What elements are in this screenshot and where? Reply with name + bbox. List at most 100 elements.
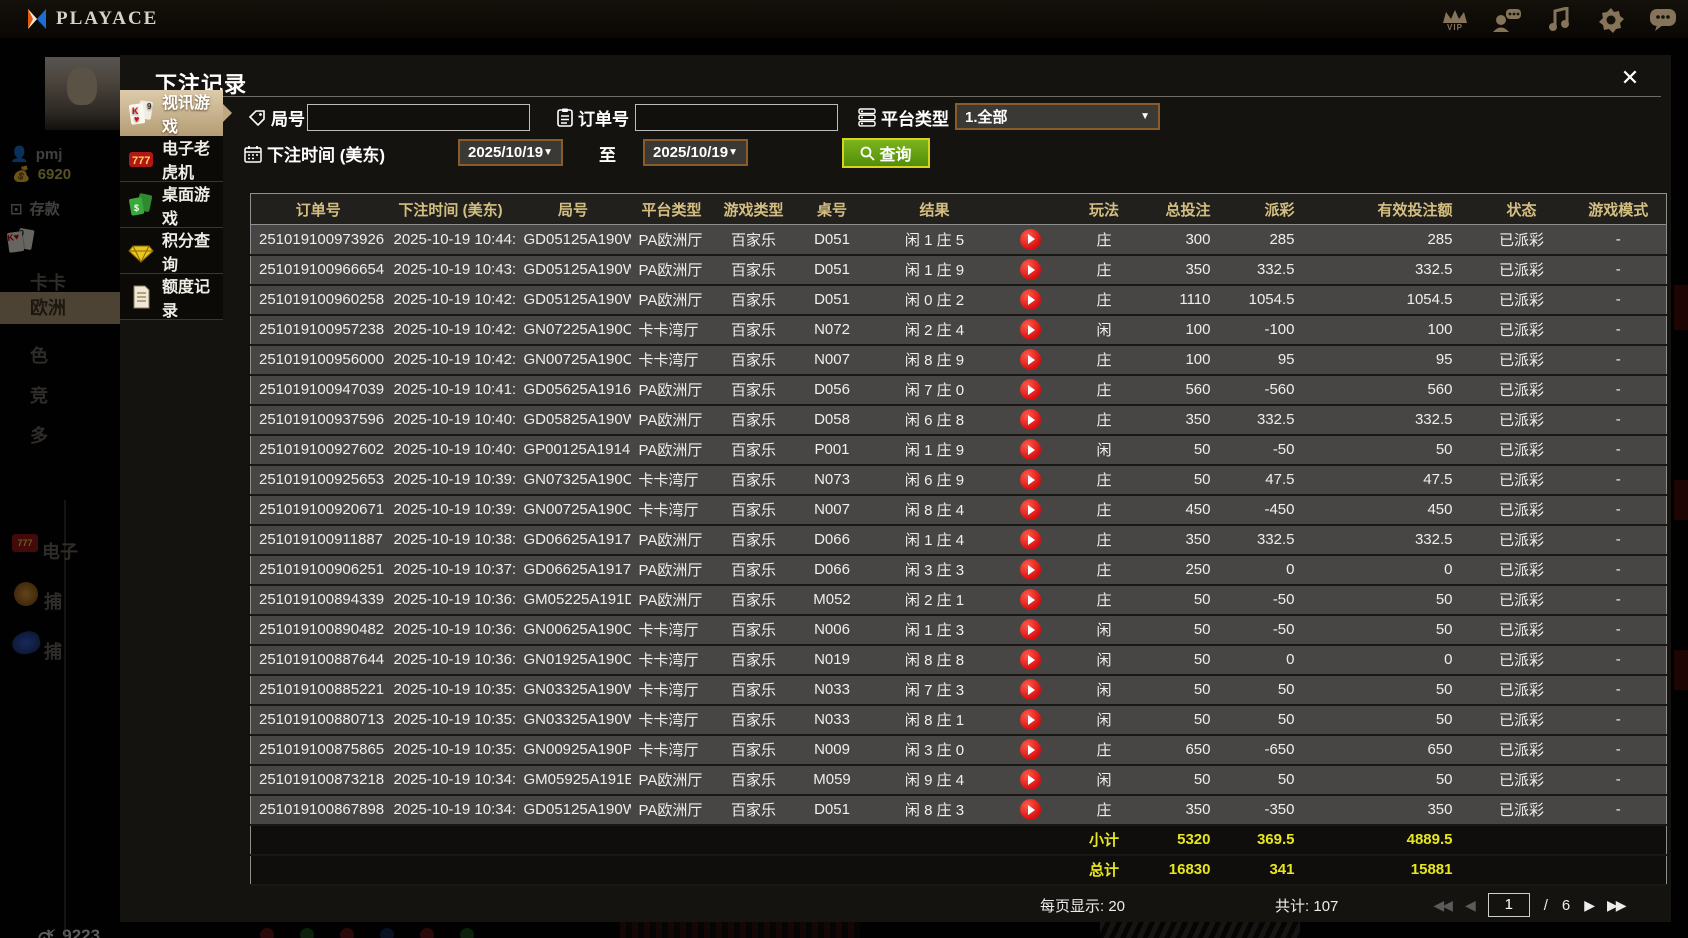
next-page-icon[interactable]: ▶ xyxy=(1584,897,1595,914)
cell-result: 闲 7 庄 0 xyxy=(869,374,1000,406)
cell-total_bet: 450 xyxy=(1146,494,1231,526)
cell-game_mode: - xyxy=(1570,584,1667,616)
sidebar-item-label: 视讯游戏 xyxy=(162,95,211,136)
cell-game_type: 百家乐 xyxy=(712,704,795,736)
replay-play-button[interactable] xyxy=(1020,289,1041,310)
total-count-label: 共计: 107 xyxy=(1275,897,1339,915)
page-number-input[interactable]: 1 xyxy=(1487,893,1530,917)
slot-777-icon: 777 xyxy=(128,146,154,172)
cell-table_id: N033 xyxy=(794,674,870,706)
cell-result: 闲 3 庄 0 xyxy=(869,734,1000,766)
svg-text:9: 9 xyxy=(147,102,152,111)
replay-play-button[interactable] xyxy=(1020,469,1041,490)
replay-play-button[interactable] xyxy=(1020,709,1041,730)
bet-records-modal: 下注记录 ✕ 9 K ♥ 视讯游戏 777 电子老虎机 $ 桌面游戏 积分查询 … xyxy=(120,55,1671,922)
cell-table_id: N019 xyxy=(794,644,870,676)
cell-game_type: 百家乐 xyxy=(712,254,795,286)
prev-page-icon[interactable]: ◀ xyxy=(1465,897,1476,914)
cell-round_id: GD05625A1916R xyxy=(515,374,631,406)
cell-order_id: 251019100937596 xyxy=(250,404,386,436)
cell-table_id: N073 xyxy=(794,464,870,496)
settings-gear-icon[interactable] xyxy=(1596,5,1626,35)
first-page-icon[interactable]: ◀◀ xyxy=(1433,897,1452,914)
replay-play-button[interactable] xyxy=(1020,319,1041,340)
vip-crown-icon[interactable]: VIP xyxy=(1440,5,1470,35)
cell-play_side: 庄 xyxy=(1061,344,1147,376)
query-button[interactable]: 查询 xyxy=(842,138,930,168)
replay-play-button[interactable] xyxy=(1020,739,1041,760)
cell-replay xyxy=(999,314,1062,346)
replay-play-button[interactable] xyxy=(1020,409,1041,430)
cell-game_mode: - xyxy=(1570,374,1667,406)
replay-play-button[interactable] xyxy=(1020,649,1041,670)
cell-valid_bet: 0 xyxy=(1302,554,1473,586)
replay-play-button[interactable] xyxy=(1020,379,1041,400)
cell-bet_time: 2025-10-19 10:39:23 xyxy=(385,494,516,526)
cell-order_id: 251019100906251 xyxy=(250,554,386,586)
replay-play-button[interactable] xyxy=(1020,679,1041,700)
logo-text: PLAYACE xyxy=(56,8,159,29)
cell-round_id: GN03325A190WT xyxy=(515,674,631,706)
order-id-input[interactable] xyxy=(635,104,838,131)
music-icon[interactable] xyxy=(1544,5,1574,35)
cell-round_id: GN00625A190OB xyxy=(515,614,631,646)
close-icon[interactable]: ✕ xyxy=(1615,63,1645,93)
replay-play-button[interactable] xyxy=(1020,769,1041,790)
cell-payout: 332.5 xyxy=(1230,404,1303,436)
cell-round_id: GN00725A190OD xyxy=(515,344,631,376)
sidebar-item-slots[interactable]: 777 电子老虎机 xyxy=(120,136,223,182)
cell-payout: -100 xyxy=(1230,314,1303,346)
date-to-select[interactable]: 2025/10/19 ▼ xyxy=(643,139,748,166)
cell-game_mode: - xyxy=(1570,464,1667,496)
sidebar-item-quota[interactable]: 额度记录 xyxy=(120,274,223,320)
replay-play-button[interactable] xyxy=(1020,589,1041,610)
replay-play-button[interactable] xyxy=(1020,259,1041,280)
calendar-icon xyxy=(244,145,262,163)
cell-result: 闲 8 庄 3 xyxy=(869,794,1000,826)
friends-chat-icon[interactable] xyxy=(1492,5,1522,35)
replay-play-button[interactable] xyxy=(1020,439,1041,460)
sidebar-item-live-games[interactable]: 9 K ♥ 视讯游戏 xyxy=(120,90,232,136)
sidebar-item-table-games[interactable]: $ 桌面游戏 xyxy=(120,182,223,228)
cell-game_mode: - xyxy=(1570,314,1667,346)
cell-payout: 50 xyxy=(1230,704,1303,736)
replay-play-button[interactable] xyxy=(1020,349,1041,370)
cell-round_id: GP00125A1914P xyxy=(515,434,631,466)
col-header-game_mode: 游戏模式 xyxy=(1570,193,1667,225)
cell-table_id: N072 xyxy=(794,314,870,346)
replay-play-button[interactable] xyxy=(1020,228,1041,250)
cell-game_type: 百家乐 xyxy=(712,374,795,406)
cell-total_bet: 560 xyxy=(1146,374,1231,406)
last-page-icon[interactable]: ▶▶ xyxy=(1607,897,1626,914)
cell-round_id: GN00925A190PK xyxy=(515,734,631,766)
platform-type-select[interactable]: 1.全部 ▼ xyxy=(955,103,1160,130)
chat-bubble-icon[interactable] xyxy=(1648,5,1678,35)
cell-round_id: GN01925A190OE xyxy=(515,644,631,676)
date-from-select[interactable]: 2025/10/19 ▼ xyxy=(458,139,563,166)
cell-valid_bet: 50 xyxy=(1302,614,1473,646)
replay-play-button[interactable] xyxy=(1020,619,1041,640)
cell-order_id: 251019100911887 xyxy=(250,524,386,556)
cell-game_type: 百家乐 xyxy=(712,614,795,646)
cell-platform: PA欧洲厅 xyxy=(630,584,713,616)
cell-result: 闲 8 庄 9 xyxy=(869,344,1000,376)
table-row: 2510191008732182025-10-19 10:34:47GM0592… xyxy=(250,764,1667,796)
replay-play-button[interactable] xyxy=(1020,559,1041,580)
sidebar-item-points[interactable]: 积分查询 xyxy=(120,228,223,274)
cell-valid_bet: 50 xyxy=(1302,674,1473,706)
cell-table_id: D051 xyxy=(794,254,870,286)
total-payout: 341 xyxy=(1230,854,1303,886)
cell-order_id: 251019100956000 xyxy=(250,344,386,376)
table-row: 2510191009375962025-10-19 10:40:55GD0582… xyxy=(250,404,1667,436)
replay-play-button[interactable] xyxy=(1020,529,1041,550)
cell-bet_time: 2025-10-19 10:42:57 xyxy=(385,284,516,316)
table-row: 2510191008943392025-10-19 10:36:47GM0522… xyxy=(250,584,1667,616)
round-id-input[interactable] xyxy=(307,104,530,131)
cell-total_bet: 50 xyxy=(1146,464,1231,496)
cell-round_id: GD05125A190WT xyxy=(515,224,631,256)
replay-play-button[interactable] xyxy=(1020,499,1041,520)
replay-play-button[interactable] xyxy=(1020,799,1041,820)
cell-total_bet: 100 xyxy=(1146,344,1231,376)
cell-total_bet: 1110 xyxy=(1146,284,1231,316)
cell-order_id: 251019100880713 xyxy=(250,704,386,736)
